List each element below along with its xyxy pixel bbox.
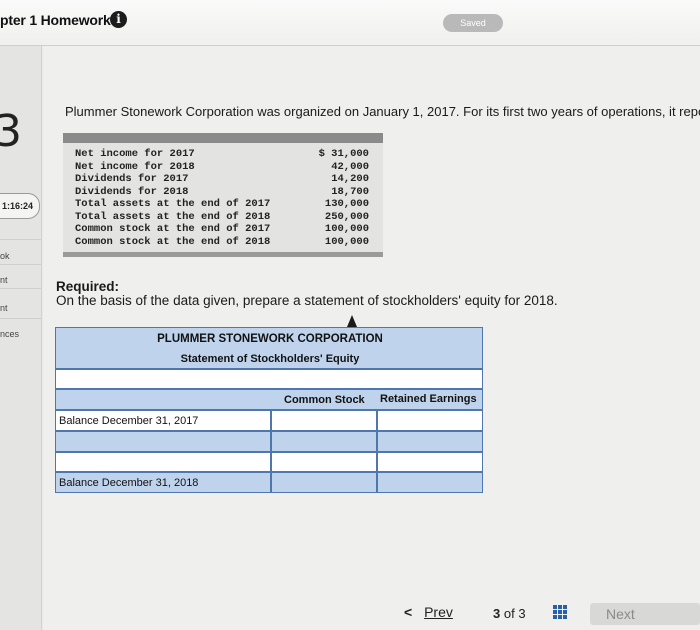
balance-2018-common-stock-input[interactable] <box>271 472 377 493</box>
data-label: Common stock at the end of 2017 <box>75 223 271 235</box>
entry-row-1-label-input[interactable] <box>55 431 271 452</box>
chevron-left-icon: < <box>404 604 413 620</box>
rail-divider <box>0 239 41 240</box>
required-instructions: On the basis of the data given, prepare … <box>56 293 558 308</box>
data-label: Common stock at the end of 2018 <box>75 235 271 248</box>
column-header-retained-earnings: Retained Earnings <box>380 393 477 405</box>
entry-row-2-common-stock-input[interactable] <box>271 452 377 472</box>
left-sidebar: 3 1:16:24 ok nt nt nces <box>0 46 42 630</box>
data-row: Net income for 2017 $ 31,000 <box>63 148 383 160</box>
data-value: $ 31,000 <box>318 148 369 160</box>
required-heading: Required: <box>56 279 120 294</box>
balance-2017-label: Balance December 31, 2017 <box>59 415 199 427</box>
question-number: 3 <box>0 106 22 157</box>
balance-2017-label-cell: Balance December 31, 2017 <box>55 410 271 431</box>
assignment-title: pter 1 Homework <box>0 12 111 28</box>
timer-badge: 1:16:24 <box>0 193 40 219</box>
balance-2017-retained-earnings-input[interactable] <box>377 410 483 431</box>
next-button[interactable]: Next <box>590 603 700 625</box>
data-label: Dividends for 2018 <box>75 185 189 198</box>
rail-divider <box>0 264 41 265</box>
data-value: 100,000 <box>324 235 369 248</box>
rail-divider <box>0 318 41 319</box>
data-row: Common stock at the end of 2017 100,000 <box>63 223 383 235</box>
sidebar-item-print-2[interactable]: nt <box>0 303 8 313</box>
balance-2018-label: Balance December 31, 2018 <box>59 477 199 489</box>
question-grid-icon[interactable] <box>553 605 567 619</box>
sidebar-item-ebook[interactable]: ok <box>0 251 10 261</box>
data-value: 130,000 <box>324 198 369 210</box>
problem-statement: Plummer Stonework Corporation was organi… <box>65 104 700 119</box>
sidebar-item-references[interactable]: nces <box>0 329 19 339</box>
rail-divider <box>0 288 41 289</box>
data-label: Net income for 2018 <box>75 160 195 173</box>
saved-status-badge: Saved <box>443 14 503 32</box>
data-row: Total assets at the end of 2017 130,000 <box>63 198 383 210</box>
prev-label: Prev <box>424 604 453 620</box>
balance-2018-retained-earnings-input[interactable] <box>377 472 483 493</box>
of-label: of <box>503 606 515 621</box>
column-header-common-stock: Common Stock <box>284 394 365 406</box>
entry-row-2-label-input[interactable] <box>55 452 271 472</box>
worksheet-subtitle: Statement of Stockholders' Equity <box>180 353 360 365</box>
data-value: 18,700 <box>331 185 369 198</box>
data-value: 100,000 <box>324 223 369 235</box>
data-row: Common stock at the end of 2018 100,000 <box>63 236 383 248</box>
data-label: Total assets at the end of 2017 <box>75 198 271 210</box>
stockholders-equity-worksheet: PLUMMER STONEWORK CORPORATION Statement … <box>55 327 483 493</box>
entry-row-2-retained-earnings-input[interactable] <box>377 452 483 472</box>
balance-2017-common-stock-input[interactable] <box>271 410 377 431</box>
data-value: 14,200 <box>331 173 369 185</box>
data-row: Total assets at the end of 2018 250,000 <box>63 211 383 223</box>
given-data-table: Net income for 2017 $ 31,000 Net income … <box>63 133 383 257</box>
entry-row-1-common-stock-input[interactable] <box>271 431 377 452</box>
data-row: Net income for 2018 42,000 <box>63 161 383 173</box>
data-row: Dividends for 2018 18,700 <box>63 186 383 198</box>
sidebar-item-print[interactable]: nt <box>0 275 8 285</box>
data-label: Dividends for 2017 <box>75 173 189 185</box>
total-pages: 3 <box>518 606 526 621</box>
current-page: 3 <box>493 606 501 621</box>
data-label: Net income for 2017 <box>75 148 195 160</box>
top-bar: pter 1 Homework i Saved <box>0 0 700 46</box>
worksheet-blank-row[interactable] <box>55 369 483 389</box>
worksheet-title: PLUMMER STONEWORK CORPORATION <box>157 333 383 345</box>
info-icon[interactable]: i <box>110 11 127 28</box>
page-indicator: 3 of 3 <box>493 606 526 621</box>
data-label: Total assets at the end of 2018 <box>75 210 271 223</box>
data-value: 250,000 <box>324 210 369 223</box>
mouse-cursor-icon <box>347 315 357 327</box>
worksheet-header: PLUMMER STONEWORK CORPORATION Statement … <box>55 327 483 369</box>
balance-2018-label-cell: Balance December 31, 2018 <box>55 472 271 493</box>
data-row: Dividends for 2017 14,200 <box>63 173 383 185</box>
entry-row-1-retained-earnings-input[interactable] <box>377 431 483 452</box>
prev-button[interactable]: < Prev <box>404 604 453 620</box>
data-value: 42,000 <box>331 160 369 173</box>
